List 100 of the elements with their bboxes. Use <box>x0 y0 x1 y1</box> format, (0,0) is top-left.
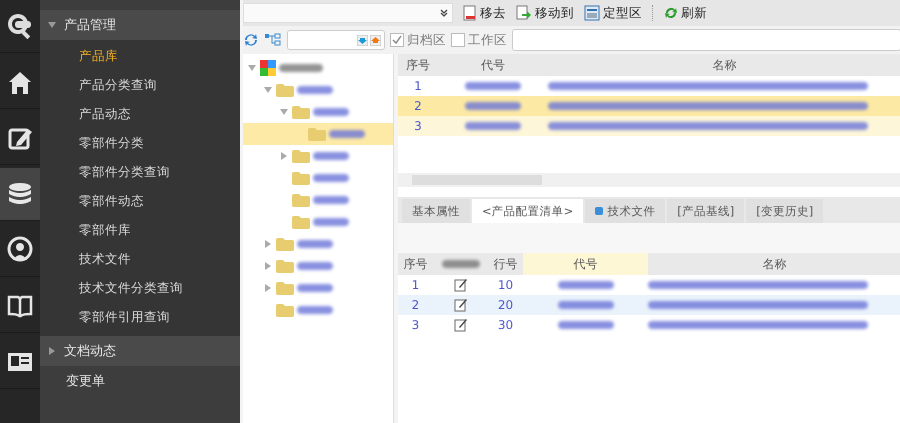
checkbox[interactable] <box>451 33 465 47</box>
folder-icon <box>292 172 310 184</box>
expand-icon[interactable] <box>280 152 288 160</box>
menu-item[interactable]: 零部件动态 <box>40 187 240 216</box>
column-header[interactable]: 名称 <box>548 54 900 76</box>
edit-icon[interactable] <box>454 298 468 312</box>
column-header[interactable]: 序号 <box>398 253 433 275</box>
table-cell: 3 <box>414 119 422 133</box>
menu-item[interactable]: 产品分类查询 <box>40 71 240 100</box>
toolbar-button[interactable]: 移动到 <box>516 4 574 22</box>
table-cell: 2 <box>412 298 420 312</box>
folder-icon <box>292 150 310 162</box>
column-header[interactable]: 代号 <box>523 253 648 275</box>
search-field[interactable] <box>287 30 385 50</box>
menu-item[interactable]: 零部件库 <box>40 216 240 245</box>
blurred-text <box>297 262 333 270</box>
window-icon <box>584 5 600 21</box>
toolbar-button[interactable]: 定型区 <box>584 4 642 22</box>
collapse-icon[interactable] <box>280 108 288 116</box>
edit-icon[interactable] <box>454 278 468 292</box>
expand-icon[interactable] <box>264 262 272 270</box>
table-cell: 10 <box>498 278 514 292</box>
collapse-icon[interactable] <box>264 86 272 94</box>
refresh-icon <box>664 6 678 20</box>
menu-item[interactable]: 变更单 <box>40 366 240 396</box>
blurred-text <box>465 122 521 130</box>
scrollbar[interactable] <box>398 173 900 187</box>
menu-item[interactable]: 技术文件 <box>40 245 240 274</box>
menu-item[interactable]: 零部件分类查询 <box>40 158 240 187</box>
sync-icon[interactable] <box>243 32 259 48</box>
tab[interactable]: [产品基线] <box>667 199 744 223</box>
menu-item[interactable]: 产品库 <box>40 42 240 71</box>
blurred-text <box>465 82 521 90</box>
menu-item[interactable]: 零部件引用查询 <box>40 303 240 332</box>
table-cell: 3 <box>412 318 420 332</box>
menu-item[interactable]: 零部件分类 <box>40 129 240 158</box>
blurred-text <box>279 64 323 72</box>
column-header[interactable]: 序号 <box>398 54 438 76</box>
tab[interactable]: 技术文件 <box>585 199 666 223</box>
table-row[interactable]: 1 10 <box>398 275 900 295</box>
checkbox-label: 归档区 <box>407 32 446 48</box>
collapse-icon[interactable] <box>48 21 56 29</box>
blurred-text <box>442 260 480 268</box>
arrow-down-icon[interactable] <box>357 34 368 46</box>
table-row[interactable]: 2 20 <box>398 295 900 315</box>
menu-group[interactable]: 文档动态 <box>40 336 240 366</box>
table-row[interactable]: 3 <box>398 116 900 136</box>
expand-icon[interactable] <box>48 347 56 355</box>
blurred-text <box>313 174 349 182</box>
chevron-down-icon[interactable] <box>440 9 448 17</box>
table-row[interactable]: 1 <box>398 76 900 96</box>
folder-icon <box>276 238 294 250</box>
table-row[interactable]: 3 30 <box>398 315 900 335</box>
tab[interactable]: [变更历史] <box>746 199 824 223</box>
blurred-text <box>313 108 349 116</box>
menu-group[interactable]: 产品管理 <box>40 10 240 40</box>
menu-item[interactable]: 技术文件分类查询 <box>40 274 240 303</box>
toolbar-button[interactable]: 移去 <box>463 4 506 22</box>
blurred-text <box>297 306 333 314</box>
column-header[interactable]: 名称 <box>648 253 900 275</box>
table-cell: 30 <box>498 318 514 332</box>
blurred-text <box>297 240 333 248</box>
dropdown-field[interactable] <box>243 3 453 23</box>
folder-icon <box>308 128 326 140</box>
collapse-icon[interactable] <box>248 64 256 72</box>
document-arrow-icon <box>516 5 532 21</box>
search-logo-icon <box>6 12 34 40</box>
column-header[interactable]: 代号 <box>438 54 548 76</box>
arrow-up-icon[interactable] <box>370 34 381 46</box>
edit-icon[interactable] <box>454 318 468 332</box>
menu-item[interactable]: 产品动态 <box>40 100 240 129</box>
text-field[interactable] <box>512 29 900 51</box>
hierarchy-icon[interactable] <box>264 33 282 47</box>
table-cell: 1 <box>412 278 420 292</box>
blurred-text <box>558 301 614 309</box>
folder-icon <box>276 84 294 96</box>
blurred-text <box>313 152 349 160</box>
blurred-text <box>313 218 349 226</box>
blurred-text <box>313 196 349 204</box>
blurred-text <box>558 281 614 289</box>
table-row[interactable]: 2 <box>398 96 900 116</box>
blurred-text <box>558 321 614 329</box>
column-header[interactable]: 行号 <box>488 253 523 275</box>
document-icon <box>463 5 477 21</box>
blurred-text <box>329 130 365 138</box>
tree-node[interactable] <box>243 123 393 145</box>
blurred-text <box>297 284 333 292</box>
folder-icon <box>292 106 310 118</box>
checkbox[interactable] <box>390 33 404 47</box>
expand-icon[interactable] <box>264 284 272 292</box>
folder-icon <box>276 282 294 294</box>
tab[interactable]: 基本属性 <box>402 199 470 223</box>
table-cell: 20 <box>498 298 514 312</box>
toolbar-button[interactable]: 刷新 <box>664 4 707 22</box>
folder-icon <box>292 194 310 206</box>
expand-icon[interactable] <box>264 240 272 248</box>
blurred-text <box>465 102 521 110</box>
tab[interactable]: <产品配置清单> <box>472 199 584 223</box>
blurred-text <box>297 86 333 94</box>
broadcast-icon <box>6 236 34 264</box>
